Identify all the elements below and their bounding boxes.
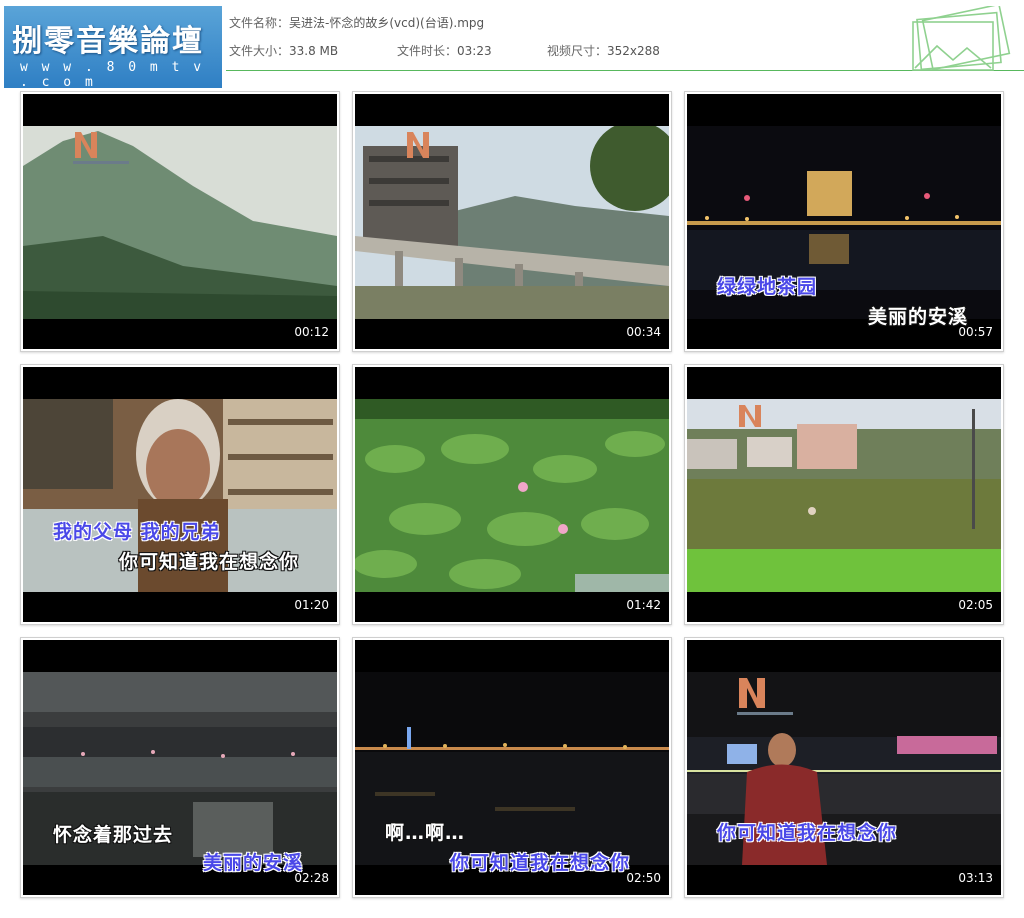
video-thumbnail[interactable]: 00:34 (352, 91, 672, 352)
channel-watermark-icon (737, 678, 793, 715)
timestamp: 03:13 (958, 871, 993, 885)
video-frame: 我的父母 我的兄弟 你可知道我在想念你 01:20 (23, 367, 337, 622)
lyric-line: 你可知道我在想念你 (450, 852, 631, 874)
logo-url: w w w . 8 0 m t v . c o m (20, 60, 205, 90)
timestamp: 01:42 (626, 598, 661, 612)
thumbnail-grid: 00:12 00:34 绿绿地茶园 美丽的安溪 00:57 我的父母 我的兄弟 … (20, 91, 1004, 898)
channel-watermark-icon (73, 132, 129, 164)
lyric-line: 怀念着那过去 (53, 824, 174, 846)
duration-label: 文件时长： (397, 44, 458, 58)
lyric-line: 绿绿地茶园 (717, 276, 818, 298)
lyric-line: 我的父母 我的兄弟 (53, 521, 221, 543)
video-thumbnail[interactable]: 绿绿地茶园 美丽的安溪 00:57 (684, 91, 1004, 352)
video-thumbnail[interactable]: 02:05 (684, 364, 1004, 625)
timestamp: 02:05 (958, 598, 993, 612)
timestamp: 01:20 (294, 598, 329, 612)
site-logo: 捌零音樂論壇 w w w . 8 0 m t v . c o m (4, 6, 222, 90)
video-thumbnail[interactable]: 我的父母 我的兄弟 你可知道我在想念你 01:20 (20, 364, 340, 625)
video-frame: 绿绿地茶园 美丽的安溪 00:57 (687, 94, 1001, 349)
resolution-row: 视频尺寸：352x288 (547, 42, 660, 59)
timestamp: 02:28 (294, 871, 329, 885)
lyric-line: 你可知道我在想念你 (717, 822, 898, 844)
file-name-label: 文件名称： (229, 16, 290, 30)
video-frame: 怀念着那过去 美丽的安溪 02:28 (23, 640, 337, 895)
lyric-line: 美丽的安溪 (868, 306, 969, 328)
video-frame: 00:34 (355, 94, 669, 349)
timestamp: 02:50 (626, 871, 661, 885)
timestamp: 00:34 (626, 325, 661, 339)
video-frame: 01:42 (355, 367, 669, 622)
duration-value: 03:23 (457, 44, 492, 58)
video-frame: 02:05 (687, 367, 1001, 622)
video-frame: 啊…啊… 你可知道我在想念你 02:50 (355, 640, 669, 895)
lyric-line: 你可知道我在想念你 (119, 551, 300, 573)
video-thumbnail[interactable]: 啊…啊… 你可知道我在想念你 02:50 (352, 637, 672, 898)
video-thumbnail[interactable]: 01:42 (352, 364, 672, 625)
lyric-line: 美丽的安溪 (203, 852, 304, 874)
lotus-pond-scene-image (355, 399, 669, 592)
timestamp: 00:12 (294, 325, 329, 339)
video-thumbnail[interactable]: 怀念着那过去 美丽的安溪 02:28 (20, 637, 340, 898)
video-frame: 你可知道我在想念你 03:13 (687, 640, 1001, 895)
logo-title: 捌零音樂論壇 (12, 24, 204, 59)
resolution-value: 352x288 (607, 44, 660, 58)
channel-watermark-icon (407, 132, 429, 158)
video-thumbnail[interactable]: 00:12 (20, 91, 340, 352)
file-size-label: 文件大小： (229, 44, 290, 58)
channel-watermark-icon (739, 405, 761, 427)
file-name-row: 文件名称：吴进法-怀念的故乡(vcd)(台语).mpg (229, 14, 484, 31)
file-size-row: 文件大小：33.8 MB (229, 42, 338, 59)
file-name-value: 吴进法-怀念的故乡(vcd)(台语).mpg (289, 16, 485, 30)
video-thumbnail[interactable]: 你可知道我在想念你 03:13 (684, 637, 1004, 898)
file-size-value: 33.8 MB (289, 44, 339, 58)
duration-row: 文件时长：03:23 (397, 42, 492, 59)
timestamp: 00:57 (958, 325, 993, 339)
lyric-line: 啊…啊… (385, 822, 466, 844)
picture-frames-icon (912, 6, 1011, 71)
resolution-label: 视频尺寸： (547, 44, 608, 58)
video-frame: 00:12 (23, 94, 337, 349)
